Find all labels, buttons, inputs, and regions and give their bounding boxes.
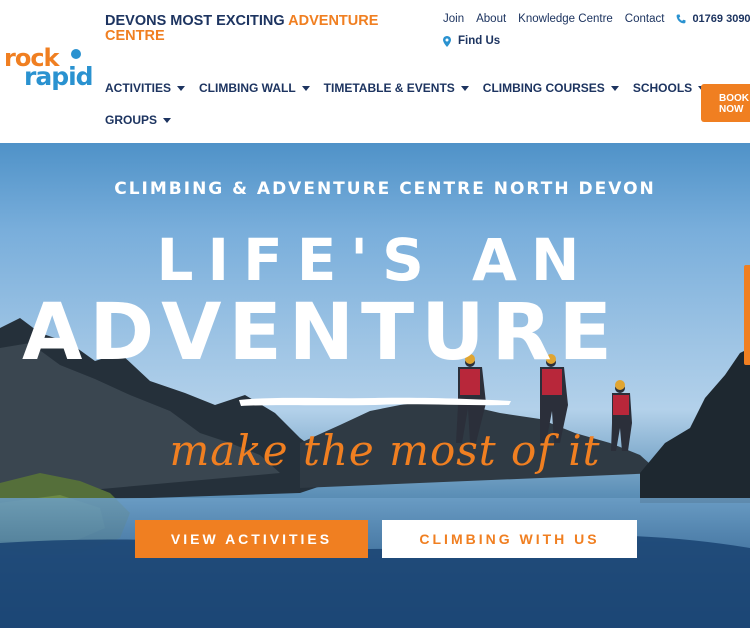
nav-item-label: TIMETABLE & EVENTS (323, 81, 455, 95)
nav-item-schools[interactable]: SCHOOLS (632, 81, 707, 95)
nav-item-climbing-courses[interactable]: CLIMBING COURSES (483, 81, 619, 95)
chevron-down-icon (610, 85, 619, 91)
hero-background-image (0, 318, 750, 628)
nav-item-timetable-events[interactable]: TIMETABLE & EVENTS (324, 81, 469, 95)
logo-mark-icon (71, 49, 81, 59)
nav-item-label: SCHOOLS (632, 81, 693, 95)
tagline-main: DEVONS MOST EXCITING (105, 13, 285, 29)
view-activities-label: VIEW ACTIVITIES (170, 531, 333, 547)
chevron-down-icon (177, 85, 186, 91)
nav-item-label: GROUPS (105, 113, 158, 127)
nav-row-1: ACTIVITIES CLIMBING WALL TIMETABLE & EVE… (105, 80, 707, 96)
site-header: rock rapid DEVONS MOST EXCITING ADVENTUR… (0, 0, 750, 143)
nav-item-activities[interactable]: ACTIVITIES (105, 81, 186, 95)
main-nav: ACTIVITIES CLIMBING WALL TIMETABLE & EVE… (105, 80, 707, 143)
chevron-down-icon (460, 85, 469, 91)
brush-stroke-underline (239, 397, 511, 406)
hero-headline-line-1: LIFE'S AN (156, 226, 594, 294)
top-link-join[interactable]: Join (443, 13, 464, 25)
phone-icon (677, 14, 686, 24)
nav-item-groups[interactable]: GROUPS (105, 113, 172, 127)
chevron-down-icon (301, 85, 310, 91)
phone-number: 01769 30900 (692, 13, 750, 25)
nav-item-label: CLIMBING WALL (199, 81, 296, 95)
rock-rapid-logo[interactable]: rock rapid (2, 46, 98, 92)
hero-script-tagline: make the most of it (169, 426, 601, 475)
climbing-with-us-button[interactable]: CLIMBING WITH US (382, 520, 637, 558)
hero-subtitle: CLIMBING & ADVENTURE CENTRE NORTH DEVON (114, 179, 656, 199)
tagline-accent: ADVENTURE (288, 13, 379, 29)
top-link-contact[interactable]: Contact (625, 13, 665, 25)
hero-headline-line-2: ADVENTURE (22, 288, 619, 378)
map-pin-icon (443, 35, 451, 47)
top-links: Join About Knowledge Centre Contact 0176… (443, 13, 750, 25)
logo-word-rapid: rapid (24, 62, 94, 91)
nav-item-label: ACTIVITIES (105, 81, 172, 95)
nav-item-climbing-wall[interactable]: CLIMBING WALL (199, 81, 310, 95)
tagline-end: CENTRE (105, 28, 165, 44)
site-tagline: DEVONS MOST EXCITING ADVENTURE CENTRE (105, 14, 425, 44)
hero-banner: CLIMBING & ADVENTURE CENTRE NORTH DEVON … (0, 143, 750, 628)
top-link-about[interactable]: About (476, 13, 506, 25)
side-tab-handle[interactable] (744, 265, 750, 365)
find-us-label: Find Us (458, 35, 501, 47)
top-link-knowledge-centre[interactable]: Knowledge Centre (518, 13, 613, 25)
nav-item-label: CLIMBING COURSES (482, 81, 605, 95)
nav-row-2: GROUPS (105, 112, 695, 128)
book-now-button[interactable]: BOOK NOW (701, 84, 750, 122)
book-now-line-1: BOOK (719, 93, 749, 104)
book-now-line-2: NOW (719, 104, 744, 115)
phone-link[interactable]: 01769 30900 (676, 13, 750, 25)
find-us-link[interactable]: Find Us (443, 35, 500, 47)
chevron-down-icon (163, 117, 172, 123)
climbing-with-us-label: CLIMBING WITH US (419, 531, 600, 547)
view-activities-button[interactable]: VIEW ACTIVITIES (135, 520, 368, 558)
